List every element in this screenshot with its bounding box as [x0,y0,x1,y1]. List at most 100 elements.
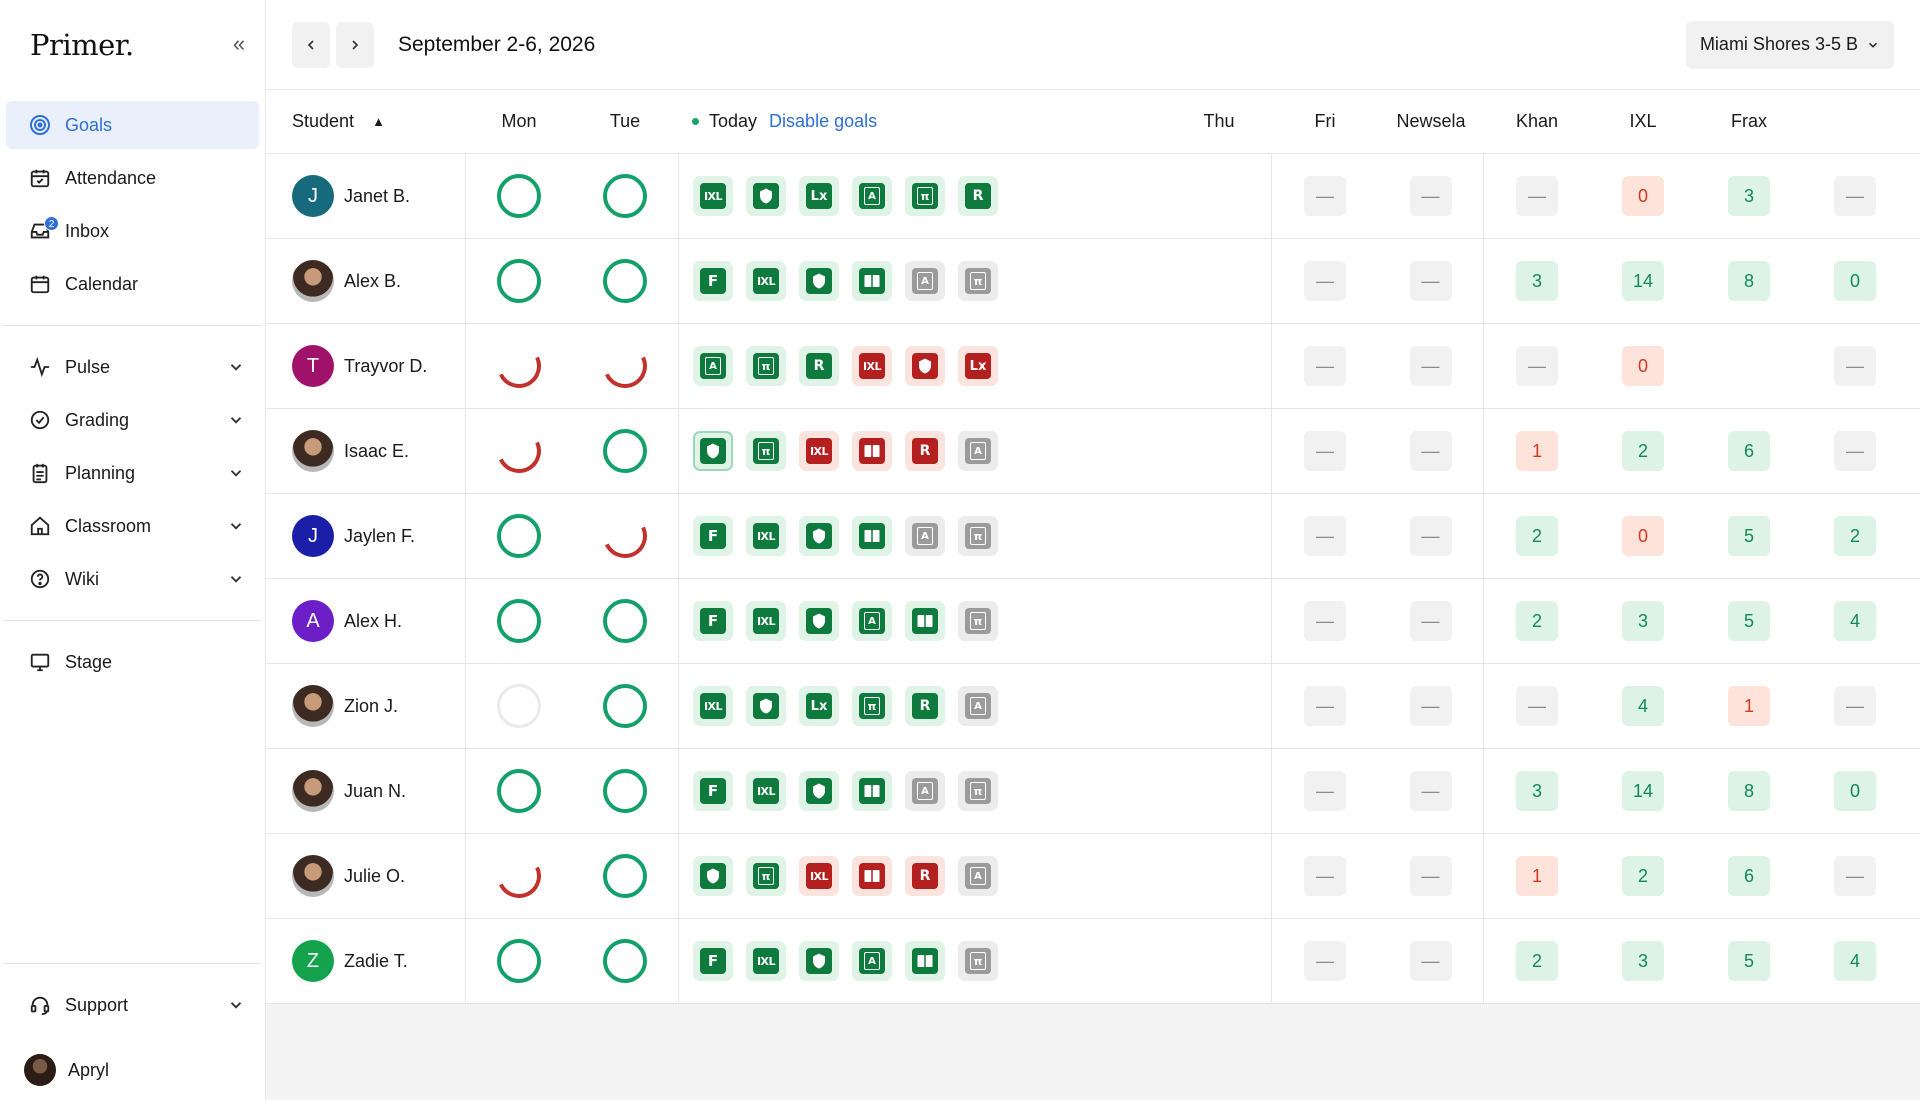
next-week-button[interactable] [336,21,374,68]
shield-app-icon[interactable] [905,346,945,386]
shield-app-icon[interactable] [799,941,839,981]
pi-app-icon[interactable]: π [746,856,786,896]
goal-progress-ring[interactable] [490,337,548,395]
student-cell[interactable]: T Trayvor D. [266,324,466,408]
table-row[interactable]: Juan N. F IXL Aπ — — 3 14 8 0 [266,749,1920,834]
goal-progress-ring[interactable] [603,259,647,303]
goal-progress-ring[interactable] [490,422,548,480]
student-cell[interactable]: A Alex H. [266,579,466,663]
ixl-app-icon[interactable]: IXL [693,686,733,726]
book-app-icon[interactable] [852,771,892,811]
book-app-icon[interactable] [852,261,892,301]
user-menu[interactable]: Apryl [0,1040,265,1100]
pi-app-icon[interactable]: π [852,686,892,726]
table-row[interactable]: T Trayvor D. Aπ R IXL Lx — — — 0 — [266,324,1920,409]
collapse-sidebar-icon[interactable]: « [227,33,251,57]
goal-progress-ring[interactable] [603,174,647,218]
a-app-icon[interactable]: A [905,516,945,556]
sidebar-item-stage[interactable]: Stage [6,638,259,686]
a-app-icon[interactable]: A [905,771,945,811]
sidebar-item-classroom[interactable]: Classroom [6,502,259,550]
a-app-icon[interactable]: A [852,941,892,981]
book-app-icon[interactable] [852,516,892,556]
ixl-app-icon[interactable]: IXL [746,516,786,556]
r-app-icon[interactable]: R [799,346,839,386]
sidebar-item-inbox[interactable]: 2 Inbox [6,207,259,255]
lexia-app-icon[interactable]: Lx [799,686,839,726]
pi-app-icon[interactable]: π [958,771,998,811]
shield-app-icon[interactable] [799,771,839,811]
shield-app-icon[interactable] [693,431,733,471]
shield-app-icon[interactable] [746,176,786,216]
sidebar-item-goals[interactable]: Goals [6,101,259,149]
goal-progress-ring[interactable] [603,684,647,728]
table-row[interactable]: Alex B. F IXL Aπ — — 3 14 8 0 [266,239,1920,324]
student-cell[interactable]: Isaac E. [266,409,466,493]
sidebar-item-attendance[interactable]: Attendance [6,154,259,202]
f-app-icon[interactable]: F [693,516,733,556]
sidebar-item-pulse[interactable]: Pulse [6,343,259,391]
goal-progress-ring[interactable] [497,514,541,558]
table-row[interactable]: J Janet B. IXL Lx Aπ R — — — 0 3 — [266,154,1920,239]
previous-week-button[interactable] [292,21,330,68]
student-cell[interactable]: J Janet B. [266,154,466,238]
goal-progress-ring[interactable] [497,599,541,643]
ixl-app-icon[interactable]: IXL [746,601,786,641]
student-cell[interactable]: Alex B. [266,239,466,323]
pi-app-icon[interactable]: π [958,261,998,301]
table-row[interactable]: Isaac E. π IXL R A — — 1 2 6 — [266,409,1920,494]
sidebar-item-planning[interactable]: Planning [6,449,259,497]
goal-progress-ring[interactable] [497,939,541,983]
table-row[interactable]: J Jaylen F. F IXL Aπ — — 2 0 5 2 [266,494,1920,579]
student-column-header[interactable]: Student ▲ [266,90,466,153]
a-app-icon[interactable]: A [905,261,945,301]
f-app-icon[interactable]: F [693,601,733,641]
goal-progress-ring[interactable] [497,174,541,218]
a-app-icon[interactable]: A [958,856,998,896]
ixl-app-icon[interactable]: IXL [852,346,892,386]
pi-app-icon[interactable]: π [746,346,786,386]
a-app-icon[interactable]: A [958,686,998,726]
pi-app-icon[interactable]: π [905,176,945,216]
goal-progress-ring[interactable] [603,599,647,643]
goal-progress-ring[interactable] [603,939,647,983]
shield-app-icon[interactable] [799,516,839,556]
shield-app-icon[interactable] [693,856,733,896]
student-cell[interactable]: J Jaylen F. [266,494,466,578]
ixl-app-icon[interactable]: IXL [693,176,733,216]
sidebar-item-calendar[interactable]: Calendar [6,260,259,308]
lexia-app-icon[interactable]: Lx [799,176,839,216]
student-cell[interactable]: Julie O. [266,834,466,918]
book-app-icon[interactable] [852,856,892,896]
table-row[interactable]: A Alex H. F IXL Aπ — — 2 3 5 4 [266,579,1920,664]
ixl-app-icon[interactable]: IXL [746,771,786,811]
shield-app-icon[interactable] [799,261,839,301]
r-app-icon[interactable]: R [905,686,945,726]
goal-progress-ring[interactable] [603,769,647,813]
pi-app-icon[interactable]: π [958,516,998,556]
sidebar-item-support[interactable]: Support [6,981,259,1029]
book-app-icon[interactable] [852,431,892,471]
disable-goals-link[interactable]: Disable goals [769,111,877,132]
a-app-icon[interactable]: A [852,176,892,216]
book-app-icon[interactable] [905,601,945,641]
book-app-icon[interactable] [905,941,945,981]
goal-progress-ring[interactable] [497,259,541,303]
r-app-icon[interactable]: R [905,431,945,471]
a-app-icon[interactable]: A [958,431,998,471]
f-app-icon[interactable]: F [693,771,733,811]
sidebar-item-wiki[interactable]: Wiki [6,555,259,603]
r-app-icon[interactable]: R [958,176,998,216]
goal-progress-ring[interactable] [596,507,654,565]
shield-app-icon[interactable] [799,601,839,641]
ixl-app-icon[interactable]: IXL [746,941,786,981]
class-selector[interactable]: Miami Shores 3-5 B [1685,20,1894,69]
ixl-app-icon[interactable]: IXL [799,431,839,471]
lexia-app-icon[interactable]: Lx [958,346,998,386]
a-app-icon[interactable]: A [693,346,733,386]
table-row[interactable]: Julie O. π IXL R A — — 1 2 6 — [266,834,1920,919]
goal-progress-ring[interactable] [603,854,647,898]
pi-app-icon[interactable]: π [746,431,786,471]
goal-progress-ring[interactable] [497,684,541,728]
ixl-app-icon[interactable]: IXL [746,261,786,301]
